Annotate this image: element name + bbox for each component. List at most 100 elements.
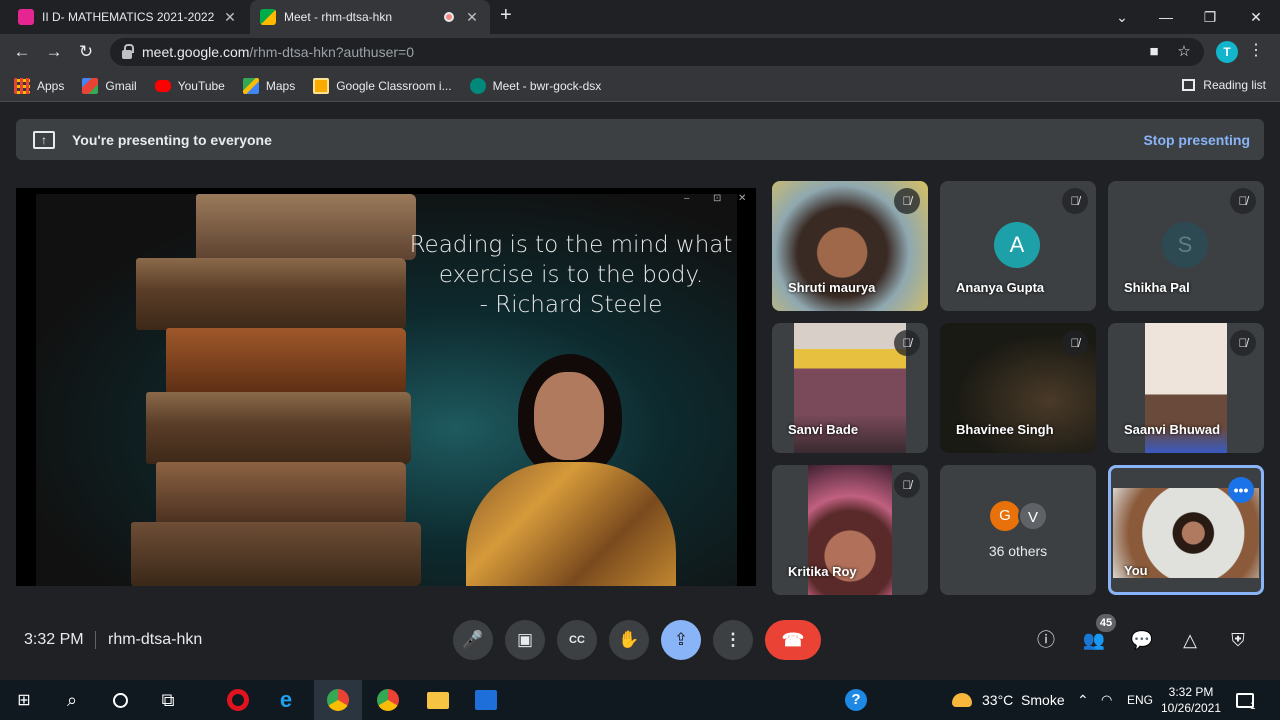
lock-icon[interactable] <box>122 43 134 59</box>
windows-start-button[interactable]: ⊞ <box>0 680 48 720</box>
others-tile[interactable]: G V 36 others <box>940 465 1096 595</box>
opera-taskbar-button[interactable] <box>214 680 262 720</box>
participant-avatar: S <box>1162 222 1208 268</box>
close-tab-icon[interactable]: ✕ <box>464 9 480 26</box>
reading-list-label: Reading list <box>1203 78 1266 92</box>
system-clock[interactable]: 3:32 PM 10/26/2021 <box>1158 684 1224 716</box>
cortana-button[interactable] <box>96 680 144 720</box>
browser-toolbar: ← → ↻ meet.google.com/rhm-dtsa-hkn?authu… <box>0 34 1280 70</box>
quote-line: Reading is to the mind what <box>409 232 733 258</box>
participant-name: Bhavinee Singh <box>956 422 1054 437</box>
bookmark-label: Gmail <box>105 78 137 93</box>
camera-button[interactable]: ▣ <box>505 620 545 660</box>
participant-tile[interactable]: A 🎙̸ Ananya Gupta <box>940 181 1096 311</box>
weather-widget[interactable]: 33°C Smoke <box>952 680 1065 720</box>
bookmark-star-icon[interactable]: ☆ <box>1174 42 1194 62</box>
activities-icon: △ <box>1183 630 1197 650</box>
classroom-favicon-icon <box>18 9 34 25</box>
participant-avatar: A <box>994 222 1040 268</box>
bookmark-meet[interactable]: Meet - bwr-gock-dsx <box>469 77 601 94</box>
reload-button[interactable]: ↻ <box>74 40 98 64</box>
minimize-button[interactable]: — <box>1144 0 1188 34</box>
hand-icon: ✋ <box>618 630 640 649</box>
meeting-controls: 3:32 PM rhm-dtsa-hkn 🎤 ▣ CC ✋ ⇪ ⋮ ☎ ⓘ 👥 … <box>0 612 1280 672</box>
presenting-banner: ↑ You're presenting to everyone Stop pre… <box>16 119 1264 160</box>
present-button[interactable]: ⇪ <box>661 620 701 660</box>
quote-line: - Richard Steele <box>479 292 663 318</box>
chat-button[interactable]: 💬 <box>1122 620 1162 660</box>
raise-hand-button[interactable]: ✋ <box>609 620 649 660</box>
tab-search-icon[interactable]: ⌄ <box>1100 0 1144 34</box>
stop-presenting-button[interactable]: Stop presenting <box>1143 132 1250 148</box>
book-illustration <box>196 194 416 260</box>
task-view-button[interactable]: ⧉ <box>144 680 192 720</box>
tab-classroom[interactable]: II D- MATHEMATICS 2021-2022 ✕ <box>8 0 248 34</box>
participant-name: Ananya Gupta <box>956 280 1045 295</box>
tab-title: Meet - rhm-dtsa-hkn <box>284 10 393 24</box>
participant-tile[interactable]: S 🎙̸ Shikha Pal <box>1108 181 1264 311</box>
new-tab-button[interactable]: + <box>500 4 512 27</box>
leave-call-button[interactable]: ☎ <box>765 620 821 660</box>
back-button[interactable]: ← <box>10 40 34 64</box>
tab-strip: II D- MATHEMATICS 2021-2022 ✕ Meet - rhm… <box>0 0 1280 34</box>
show-hidden-icons-button[interactable]: ⌃ <box>1077 680 1089 720</box>
meeting-code: rhm-dtsa-hkn <box>108 631 203 648</box>
self-view-tile[interactable]: ••• You <box>1108 465 1264 595</box>
clock-date: 10/26/2021 <box>1160 701 1222 715</box>
address-bar[interactable]: meet.google.com/rhm-dtsa-hkn?authuser=0 … <box>110 38 1204 66</box>
notifications-button[interactable]: 1 <box>1236 680 1256 720</box>
camera-icon[interactable]: ■ <box>1144 42 1164 62</box>
bookmark-maps[interactable]: Maps <box>242 77 295 94</box>
captions-icon: CC <box>569 634 585 646</box>
participant-name: Shikha Pal <box>1124 280 1190 295</box>
participant-tile[interactable]: 🎙̸ Shruti maurya <box>772 181 928 311</box>
recording-indicator-icon <box>444 12 454 22</box>
chat-icon: 💬 <box>1130 630 1154 650</box>
bookmark-classroom[interactable]: Google Classroom i... <box>313 77 452 94</box>
restore-button[interactable]: ❐ <box>1188 0 1232 34</box>
file-explorer-taskbar-button[interactable] <box>414 680 462 720</box>
bookmark-youtube[interactable]: YouTube <box>154 79 225 93</box>
tab-meet[interactable]: Meet - rhm-dtsa-hkn ✕ <box>250 0 490 34</box>
language-indicator[interactable]: ENG <box>1127 680 1153 720</box>
host-controls-button[interactable]: ⛨ <box>1218 620 1258 660</box>
book-illustration <box>156 462 406 524</box>
end-call-icon: ☎ <box>781 630 805 650</box>
presenter-face <box>534 372 604 460</box>
search-button[interactable]: ⌕ <box>48 680 96 720</box>
participant-tile[interactable]: 🎙̸ Kritika Roy <box>772 465 928 595</box>
reading-list-button[interactable]: Reading list <box>1182 78 1266 92</box>
slide-restore-icon[interactable]: ⊡ <box>713 193 721 204</box>
ie-taskbar-button[interactable]: e <box>262 680 310 720</box>
info-icon: ⓘ <box>1037 630 1055 650</box>
activities-button[interactable]: △ <box>1170 620 1210 660</box>
slide-close-icon[interactable]: ✕ <box>738 193 746 204</box>
slide-minimize-icon[interactable]: – <box>684 193 690 204</box>
meeting-details-button[interactable]: ⓘ <box>1026 620 1066 660</box>
book-illustration <box>136 258 406 330</box>
present-screen-icon: ⇪ <box>673 630 689 649</box>
muted-mic-icon: 🎙̸ <box>1230 330 1256 356</box>
microphone-button[interactable]: 🎤 <box>453 620 493 660</box>
media-player-taskbar-button[interactable] <box>462 680 510 720</box>
close-tab-icon[interactable]: ✕ <box>222 9 238 26</box>
browser-menu-icon[interactable]: ⋮ <box>1248 40 1264 60</box>
presenting-text: You're presenting to everyone <box>72 131 272 148</box>
help-button[interactable]: ? <box>832 680 880 720</box>
participant-tile[interactable]: 🎙̸ Sanvi Bade <box>772 323 928 453</box>
close-window-button[interactable]: ✕ <box>1234 0 1278 34</box>
more-options-button[interactable]: ⋮ <box>713 620 753 660</box>
forward-button[interactable]: → <box>42 40 66 64</box>
bookmark-gmail[interactable]: Gmail <box>82 77 137 94</box>
profile-avatar[interactable]: T <box>1216 41 1238 63</box>
participant-tile[interactable]: 🎙̸ Bhavinee Singh <box>940 323 1096 453</box>
chrome-profile-taskbar-button[interactable] <box>314 680 362 720</box>
network-button[interactable]: ◠ <box>1101 680 1112 720</box>
bookmark-label: Apps <box>37 78 65 93</box>
participant-tile[interactable]: 🎙̸ Saanvi Bhuwad <box>1108 323 1264 453</box>
maps-icon <box>242 77 259 94</box>
captions-button[interactable]: CC <box>557 620 597 660</box>
chrome-taskbar-button[interactable] <box>364 680 412 720</box>
bookmark-apps[interactable]: Apps <box>14 77 65 94</box>
weather-sun-icon <box>952 693 972 707</box>
